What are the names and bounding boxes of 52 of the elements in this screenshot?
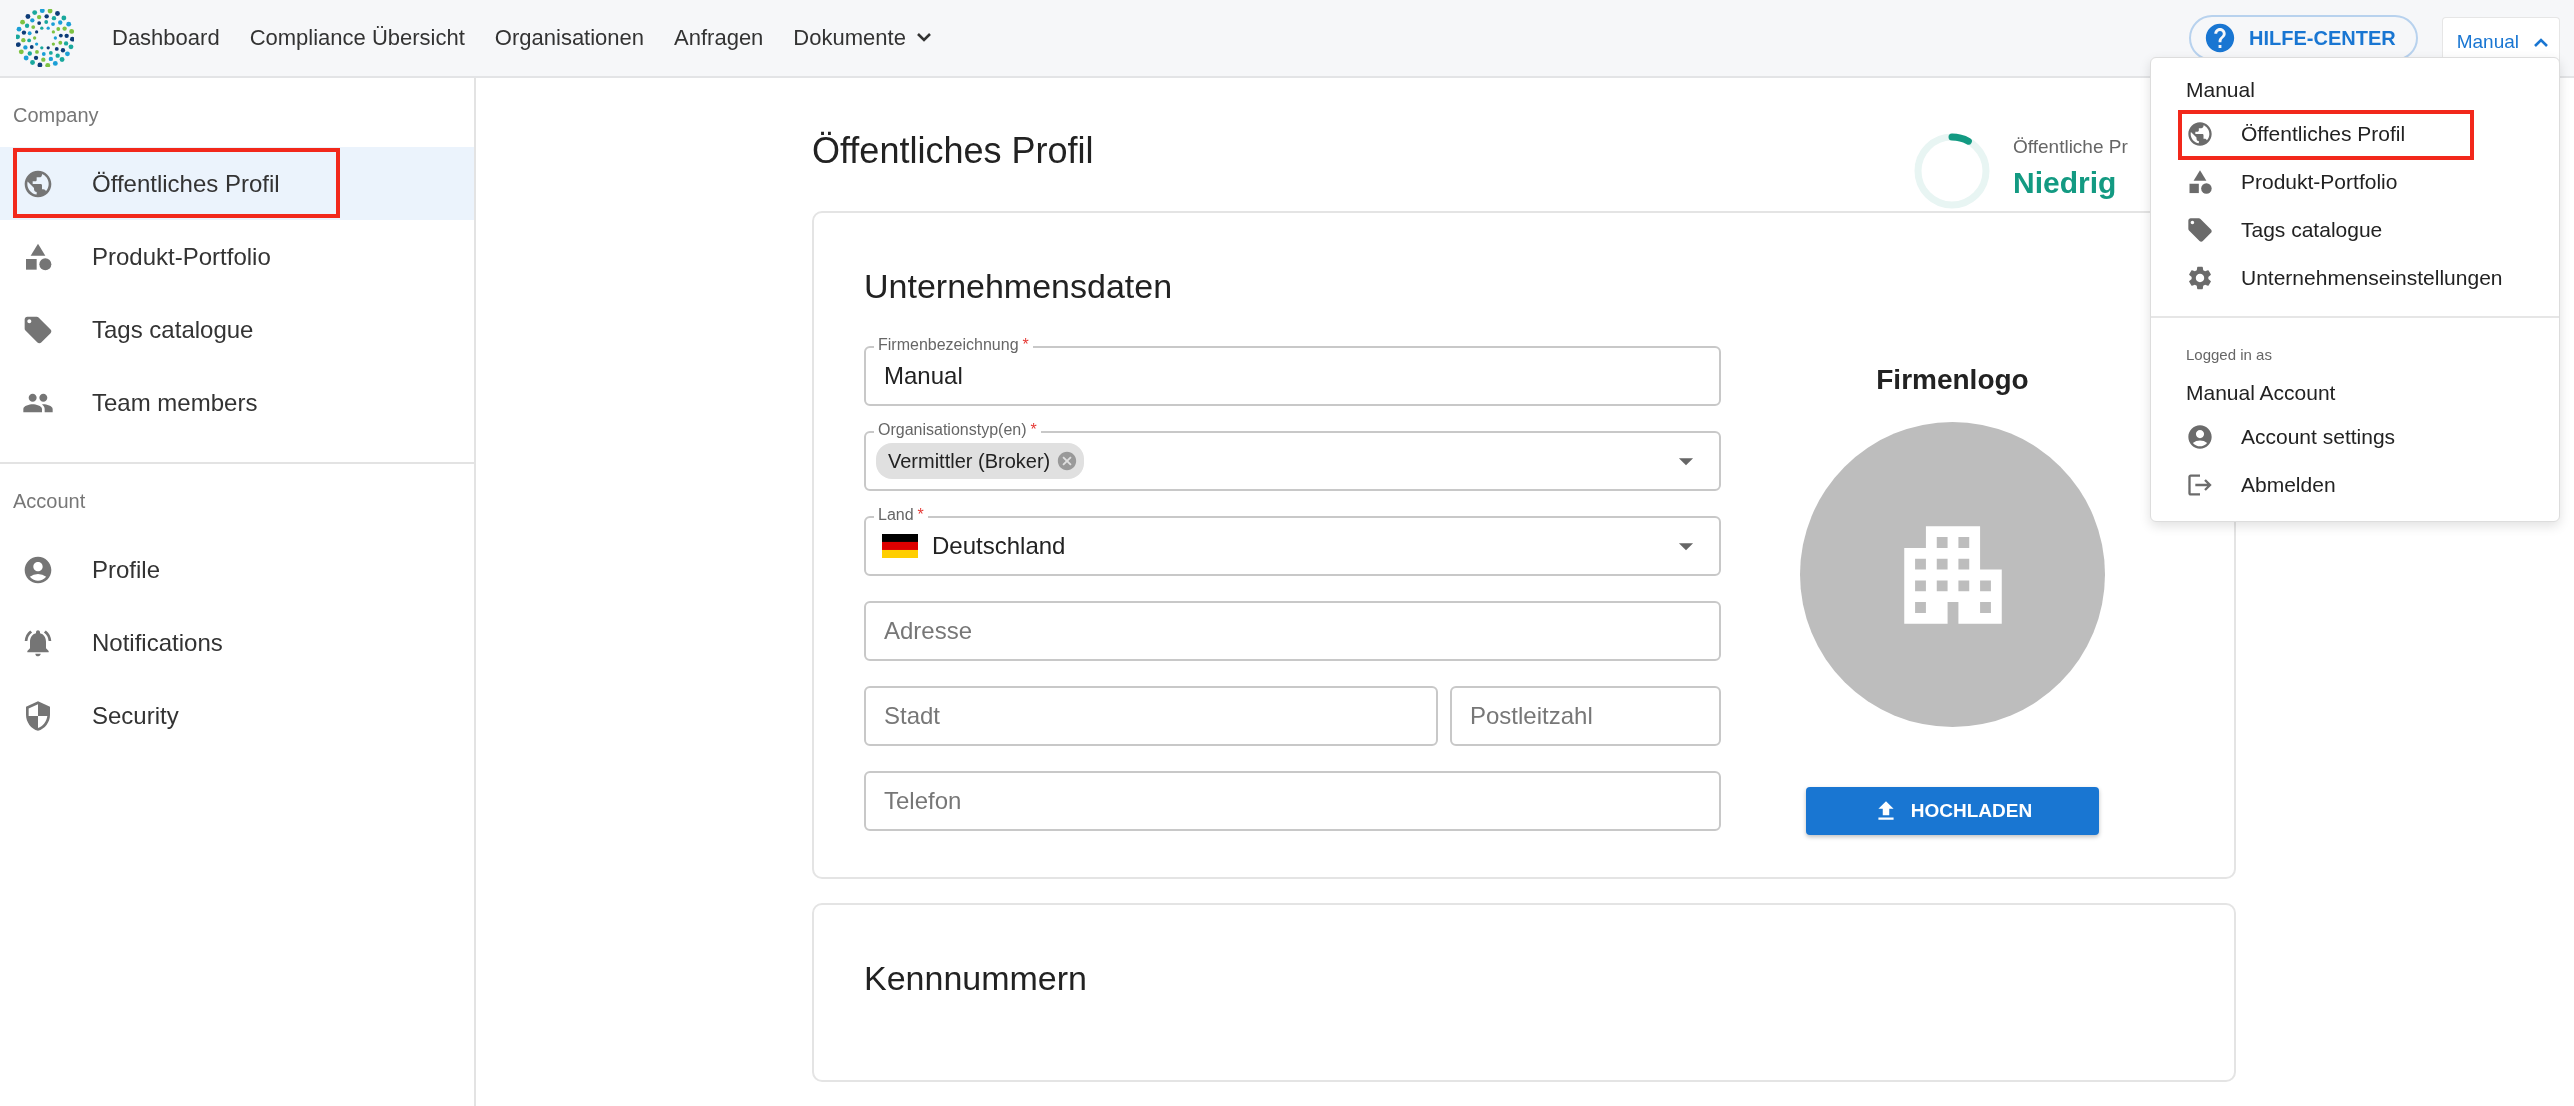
- sidebar-item[interactable]: Security: [0, 679, 474, 752]
- nav-link[interactable]: Anfragen: [674, 25, 764, 51]
- menu-caption: Logged in as: [2185, 346, 2273, 363]
- sidebar-item[interactable]: Öffentliches Profil: [0, 147, 474, 220]
- field-value: Deutschland: [932, 532, 1066, 560]
- chip[interactable]: Vermittler (Broker): [876, 443, 1085, 479]
- flag-icon: [882, 534, 918, 558]
- sidebar-item[interactable]: Notifications: [0, 606, 474, 679]
- score-value: Niedrig: [2013, 166, 2118, 200]
- menu-item[interactable]: Abmelden: [2151, 461, 2559, 509]
- text-field[interactable]: Adresse: [864, 589, 1721, 661]
- card-title: Unternehmensdaten: [864, 267, 1174, 306]
- menu-item[interactable]: Tags catalogue: [2151, 206, 2559, 254]
- upload-button[interactable]: HOCHLADEN: [1806, 787, 2099, 835]
- menu-item[interactable]: Öffentliches Profil: [2151, 110, 2559, 158]
- nav-link[interactable]: Dashboard: [112, 25, 220, 51]
- field-value[interactable]: Manual: [882, 361, 1703, 391]
- tag-icon: [2186, 216, 2214, 244]
- sidebar-item[interactable]: Team members: [0, 366, 474, 439]
- page-title: Öffentliches Profil: [812, 130, 1094, 173]
- menu-item[interactable]: Unternehmenseinstellungen: [2151, 254, 2559, 302]
- chevron-up-icon: [2533, 36, 2549, 47]
- text-field[interactable]: Postleitzahl: [1450, 674, 1721, 746]
- settings-icon: [2186, 264, 2214, 292]
- menu-item[interactable]: Produkt-Portfolio: [2151, 158, 2559, 206]
- sidebar-item[interactable]: Produkt-Portfolio: [0, 220, 474, 293]
- select-field[interactable]: Land * Deutschland: [864, 504, 1721, 576]
- menu-item[interactable]: Account settings: [2151, 413, 2559, 461]
- nav-link[interactable]: Organisationen: [494, 25, 645, 51]
- logo-icon[interactable]: [16, 9, 74, 67]
- card-title: Kennnummern: [864, 959, 1088, 998]
- field-input[interactable]: Telefon: [882, 786, 1703, 816]
- field-input[interactable]: Stadt: [882, 701, 1420, 731]
- select-field[interactable]: Organisationstyp(en) * Vermittler (Broker): [864, 419, 1721, 491]
- sidebar-item[interactable]: Tags catalogue: [0, 293, 474, 366]
- globe-icon: [2186, 120, 2214, 148]
- logo-heading: Firmenlogo: [1876, 364, 2029, 396]
- text-field[interactable]: Stadt: [864, 674, 1438, 746]
- section-heading: Company: [12, 103, 100, 128]
- field-input[interactable]: Postleitzahl: [1468, 701, 1703, 731]
- chevron-down-icon: [915, 33, 932, 43]
- account-name: Manual Account: [2185, 380, 2337, 406]
- score-label: Öffentliche Pr: [2013, 136, 2128, 158]
- sidebar-item[interactable]: Profile: [0, 533, 474, 606]
- help-icon: [2203, 21, 2237, 55]
- nav-link[interactable]: Dokumente: [793, 25, 932, 51]
- text-field[interactable]: Firmenbezeichnung * Manual: [864, 334, 1721, 406]
- text-field[interactable]: Telefon: [864, 759, 1721, 831]
- menu-heading: Manual: [2185, 77, 2256, 103]
- field-input[interactable]: Adresse: [882, 616, 1703, 646]
- section-heading: Account: [12, 489, 87, 514]
- nav-link[interactable]: Compliance Übersicht: [249, 25, 465, 51]
